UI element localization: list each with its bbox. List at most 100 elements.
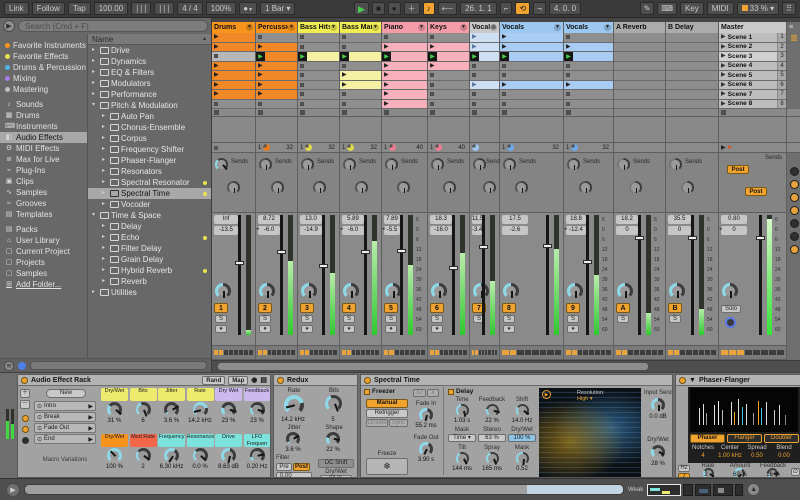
browser-back-icon[interactable]: ▶: [3, 20, 15, 32]
volume-fader-handle[interactable]: [756, 235, 765, 240]
volume-field[interactable]: 0: [668, 226, 691, 235]
clip-slot[interactable]: ▶: [256, 61, 297, 71]
clip-slot[interactable]: ▶: [470, 42, 499, 52]
track-dropdown-icon[interactable]: ▼: [330, 24, 337, 31]
preview-icon[interactable]: ≋: [4, 360, 14, 371]
track-header[interactable]: Bass Main▼: [340, 22, 381, 33]
arm-record-button[interactable]: ●: [215, 325, 227, 333]
minimap-segment-rack[interactable]: [647, 483, 682, 496]
clip-slot[interactable]: [298, 80, 339, 90]
clip-slot[interactable]: [298, 61, 339, 71]
clip-slot[interactable]: ▶: [256, 71, 297, 81]
send-b-knob[interactable]: [579, 181, 592, 194]
macro-knob[interactable]: [107, 402, 122, 417]
send-b-knob[interactable]: [227, 181, 240, 194]
tree-item-dynamics[interactable]: ▸ Dynamics: [88, 56, 211, 67]
clip-slot[interactable]: [500, 90, 563, 100]
solo-button[interactable]: S: [669, 315, 681, 323]
clip-slot[interactable]: [256, 33, 297, 43]
clip-slot[interactable]: [666, 52, 718, 62]
pan-knob[interactable]: [567, 283, 583, 299]
clip-slot[interactable]: [428, 80, 469, 90]
tree-item-echo[interactable]: ▸ Echo: [88, 232, 211, 243]
capture-midi-button[interactable]: ♪: [422, 2, 435, 15]
clip-slot[interactable]: [500, 71, 563, 81]
solo-button[interactable]: S: [301, 315, 313, 323]
volume-field[interactable]: -2.6: [502, 226, 528, 235]
bits-knob[interactable]: [325, 395, 342, 412]
new-variation-button[interactable]: New: [46, 389, 86, 398]
scene-row[interactable]: ▶ Scene 66: [719, 80, 786, 90]
clip-slot[interactable]: [340, 33, 381, 43]
variation-row[interactable]: ⊙ Fade Out ▶: [34, 423, 96, 433]
clip-slot[interactable]: ▶: [256, 42, 297, 52]
tree-expand-arrow-icon[interactable]: ▸: [92, 67, 98, 78]
volume-fader-handle[interactable]: [449, 266, 458, 271]
tree-item-utilities[interactable]: ▸ Utilities: [88, 287, 211, 298]
volume-fader-handle[interactable]: [479, 245, 488, 250]
send-a-knob[interactable]: [431, 158, 444, 171]
clip-slot[interactable]: ▶: [382, 80, 427, 90]
track-dropdown-icon[interactable]: ▼: [604, 24, 611, 31]
pan-knob[interactable]: [722, 283, 738, 299]
clip-slot[interactable]: [256, 99, 297, 109]
mask2-knob[interactable]: [516, 452, 529, 465]
clip-slot[interactable]: ▶: [428, 42, 469, 52]
pan-knob[interactable]: [301, 283, 317, 299]
clip-slot[interactable]: [428, 33, 469, 43]
tree-item-hybrid-reverb[interactable]: ▸ Hybrid Reverb: [88, 265, 211, 276]
master-track-header[interactable]: Master: [719, 22, 786, 33]
tree-item-pitch-modulation[interactable]: ▾ Pitch & Modulation: [88, 100, 211, 111]
clip-slot[interactable]: [666, 33, 718, 43]
clip-slot[interactable]: ▶: [428, 52, 469, 62]
session-menu-icon[interactable]: ≡: [789, 24, 793, 31]
stop-clips-row[interactable]: [212, 109, 255, 117]
volume-field[interactable]: -13.5: [214, 226, 238, 235]
clip-slot[interactable]: [666, 99, 718, 109]
track-activator-button[interactable]: 4: [342, 303, 356, 313]
volume-fader[interactable]: [364, 215, 367, 335]
send-a-knob[interactable]: [343, 158, 356, 171]
freeze-button[interactable]: ❄: [366, 458, 408, 475]
track-activator-button[interactable]: 1: [214, 303, 228, 313]
tree-expand-arrow-icon[interactable]: ▸: [102, 221, 108, 232]
device-activator-led[interactable]: [277, 376, 284, 384]
clip-slot[interactable]: [428, 71, 469, 81]
clip-slot[interactable]: [614, 61, 665, 71]
device-overview-minimap[interactable]: [647, 483, 744, 496]
tree-expand-arrow-icon[interactable]: ▸: [102, 133, 108, 144]
tree-expand-arrow-icon[interactable]: ▸: [92, 45, 98, 56]
send-a-knob[interactable]: [259, 158, 272, 171]
tree-expand-arrow-icon[interactable]: ▸: [102, 111, 108, 122]
send-a-knob[interactable]: [503, 158, 516, 171]
midi-map-button[interactable]: MIDI: [706, 2, 734, 15]
cpu-meter[interactable]: 33 % ▾: [736, 2, 780, 15]
loop-button[interactable]: ⟲: [515, 2, 531, 15]
volume-fader[interactable]: [586, 215, 589, 335]
tree-expand-arrow-icon[interactable]: ▸: [92, 89, 98, 100]
solo-button[interactable]: S: [617, 315, 629, 323]
clip-slot[interactable]: ▶: [340, 80, 381, 90]
clip-slot[interactable]: [470, 71, 499, 81]
track-header[interactable]: Bass Hits ▼: [298, 22, 339, 33]
clip-slot[interactable]: ▶: [470, 52, 499, 62]
track-activator-button[interactable]: 8: [502, 303, 516, 313]
tree-item-grain-delay[interactable]: ▸ Grain Delay: [88, 254, 211, 265]
io-toggle-icon[interactable]: ▥: [790, 33, 798, 42]
clip-slot[interactable]: ▶: [256, 80, 297, 90]
spray-knob[interactable]: [486, 452, 499, 465]
volume-fader-handle[interactable]: [361, 249, 370, 254]
sidebar-item-audio-effects[interactable]: ◧ Audio Effects: [0, 132, 87, 143]
variation-launch-icon[interactable]: ▶: [88, 403, 93, 410]
dc-shift-button[interactable]: DC Shift: [318, 459, 354, 468]
track-header[interactable]: Percussion▼: [256, 22, 297, 33]
volume-field[interactable]: -5.5: [384, 226, 400, 235]
pan-knob[interactable]: [503, 283, 519, 299]
tree-item-time-space[interactable]: ▾ Time & Space: [88, 210, 211, 221]
mixer-toggle-icon-5[interactable]: [789, 232, 799, 241]
solo-button[interactable]: S: [567, 315, 579, 323]
clip-slot[interactable]: [298, 71, 339, 81]
tree-item-filter-delay[interactable]: ▸ Filter Delay: [88, 243, 211, 254]
nudge-up-button[interactable]: ∣∣∣: [154, 2, 175, 15]
clip-slot[interactable]: [564, 61, 613, 71]
